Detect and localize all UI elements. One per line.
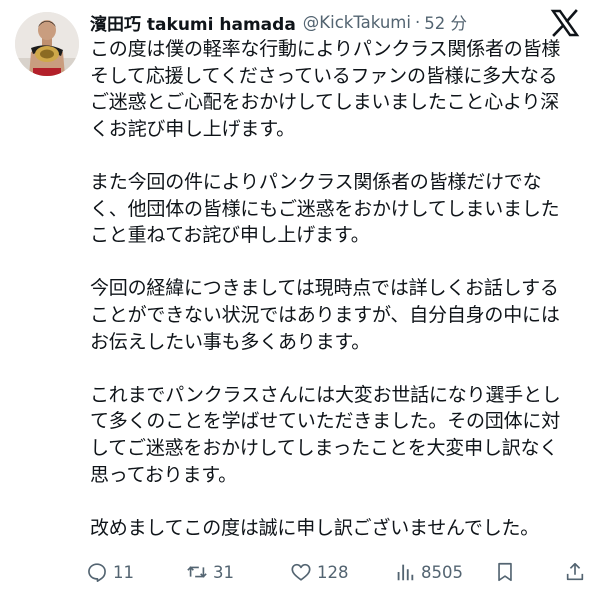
heart-icon — [291, 563, 311, 581]
bookmark-button[interactable] — [494, 558, 516, 586]
tweet-text-line: く、他団体の皆様にもご迷惑をおかけしてしまいました — [90, 197, 560, 220]
tweet-text-line: ことができない状況ではありますが、自分自身の中には — [90, 303, 560, 326]
x-logo-icon[interactable] — [550, 8, 580, 38]
action-bar: 11 31 128 8505 — [86, 558, 586, 586]
views-button[interactable]: 8505 — [394, 558, 463, 586]
tweet-text-line: これまでパンクラスさんには大変お世話になり選手とし — [90, 383, 561, 406]
share-button[interactable] — [564, 558, 586, 586]
timestamp[interactable]: 52 分 — [424, 10, 467, 34]
tweet-header: 濱田巧 takumi hamada @KickTakumi · 52 分 — [90, 8, 560, 36]
display-name[interactable]: 濱田巧 takumi hamada — [90, 10, 296, 35]
tweet-text: この度は僕の軽率な行動によりパンクラス関係者の皆様 そして応援してくださっているフ… — [90, 36, 585, 541]
user-handle[interactable]: @KickTakumi — [303, 13, 411, 32]
tweet-text-line: ご迷惑とご心配をおかけしてしまいましたこと心より深 — [90, 91, 560, 114]
tweet-paragraph: 改めましてこの度は誠に申し訳ございませんでした。 — [90, 515, 585, 542]
reply-button[interactable]: 11 — [86, 558, 134, 586]
repost-icon — [187, 566, 207, 578]
reply-count: 11 — [113, 562, 134, 582]
tweet-text-line: て多くのことを学ばせていただきました。その団体に対 — [90, 410, 561, 433]
tweet-text-line: してご迷惑をおかけしてしまったことを大変申し訳なく — [90, 436, 559, 459]
tweet-paragraph: この度は僕の軽率な行動によりパンクラス関係者の皆様 そして応援してくださっているフ… — [90, 36, 585, 142]
tweet-paragraph: 今回の経緯につきましては現時点では詳しくお話しする ことができない状況ではあります… — [90, 275, 585, 355]
tweet-text-line: 今回の経緯につきましては現時点では詳しくお話しする — [90, 277, 559, 300]
tweet-text-line: 改めましてこの度は誠に申し訳ございませんでした。 — [90, 516, 540, 539]
share-icon — [566, 562, 584, 581]
tweet-text-line: こと重ねてお詫び申し上げます。 — [90, 224, 370, 247]
repost-count: 31 — [213, 562, 234, 582]
separator-dot: · — [414, 12, 421, 32]
views-chart-icon — [397, 564, 414, 581]
fighter-avatar-icon — [15, 12, 79, 76]
tweet-text-line: そして応援してくださっているファンの皆様に多大なる — [90, 64, 558, 87]
like-button[interactable]: 128 — [290, 558, 349, 586]
tweet-text-line: また今回の件によりパンクラス関係者の皆様だけでな — [90, 170, 542, 193]
repost-button[interactable]: 31 — [186, 558, 234, 586]
tweet-text-line: お伝えしたい事も多くあります。 — [90, 330, 371, 353]
like-count: 128 — [317, 562, 349, 582]
bookmark-icon — [498, 562, 512, 582]
tweet-text-line: くお詫び申し上げます。 — [90, 117, 295, 140]
reply-icon — [88, 563, 106, 582]
tweet-text-line: この度は僕の軽率な行動によりパンクラス関係者の皆様 — [90, 38, 561, 60]
tweet: 濱田巧 takumi hamada @KickTakumi · 52 分 この度… — [0, 0, 600, 598]
tweet-text-line: 思っております。 — [90, 463, 237, 486]
avatar[interactable] — [15, 12, 79, 76]
tweet-paragraph: また今回の件によりパンクラス関係者の皆様だけでな く、他団体の皆様にもご迷惑をおか… — [90, 169, 585, 249]
views-count: 8505 — [421, 562, 463, 582]
tweet-paragraph: これまでパンクラスさんには大変お世話になり選手とし て多くのことを学ばせていただき… — [90, 382, 585, 488]
